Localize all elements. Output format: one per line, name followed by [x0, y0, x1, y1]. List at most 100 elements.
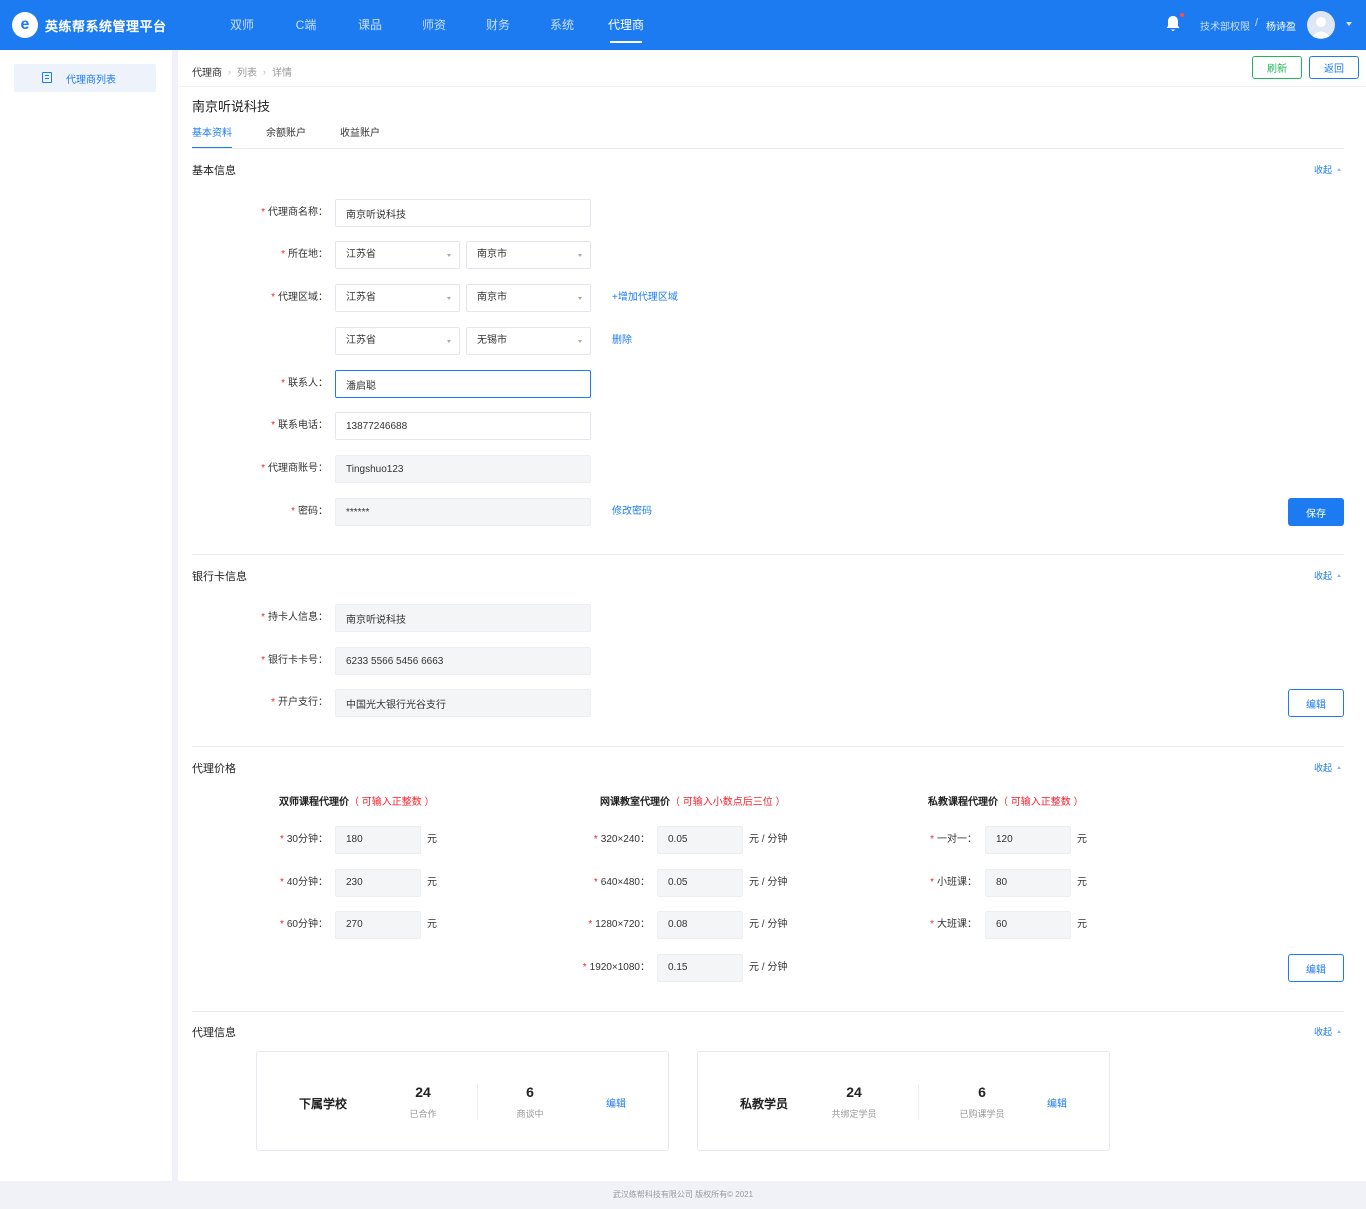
location-city-value: 南京市: [477, 249, 507, 260]
stat-label: 已购课学员: [959, 1109, 1005, 1119]
dual-price-label: * 30分钟：: [279, 834, 328, 845]
list-icon: [42, 72, 52, 83]
edit-schools-link[interactable]: 编辑: [606, 1095, 626, 1110]
online-price-label: * 640×480：: [593, 877, 650, 888]
logo[interactable]: e 英练帮系统管理平台: [12, 12, 167, 38]
collapse-price-button[interactable]: 收起: [1314, 761, 1342, 774]
collapse-agent-info-button[interactable]: 收起: [1314, 1025, 1342, 1038]
location-city-select[interactable]: 南京市: [466, 241, 591, 269]
breadcrumb-agents[interactable]: 代理商: [192, 64, 222, 79]
online-price-label: * 1280×720：: [588, 919, 650, 930]
region2-province-select[interactable]: 江苏省: [335, 327, 460, 355]
private-price-input: 60: [985, 911, 1071, 939]
nav-item-c-end[interactable]: C端: [274, 0, 338, 50]
region1-city-select[interactable]: 南京市: [466, 284, 591, 312]
sidebar-item-agent-list[interactable]: 代理商列表: [14, 64, 156, 92]
phone-input[interactable]: [335, 412, 591, 440]
region1-province-select[interactable]: 江苏省: [335, 284, 460, 312]
dual-price-title: 双师课程代理价（ 可输入正整数 ）: [279, 793, 435, 808]
nav-item-system[interactable]: 系统: [530, 0, 594, 50]
collapse-label: 收起: [1314, 1027, 1333, 1037]
user-avatar-icon: [1311, 17, 1331, 38]
agent-name-input[interactable]: [335, 199, 591, 227]
chevron-up-icon: [1337, 1030, 1342, 1033]
online-price-input: 0.05: [657, 826, 743, 854]
nav-item-agents[interactable]: 代理商: [594, 0, 658, 50]
breadcrumb-list[interactable]: 列表: [237, 64, 257, 79]
stat-label: 商谈中: [516, 1109, 544, 1119]
private-price-label-text: 大班课：: [937, 919, 977, 930]
edit-bank-button[interactable]: 编辑: [1288, 689, 1344, 717]
section-title-bank: 银行卡信息: [192, 571, 247, 583]
section-title-basic: 基本信息: [192, 165, 236, 177]
tab-basic-info[interactable]: 基本资料: [192, 124, 232, 149]
collapse-bank-button[interactable]: 收起: [1314, 569, 1342, 582]
top-nav: 双师 C端 课品 师资 财务 系统 代理商: [210, 0, 658, 50]
change-password-link[interactable]: 修改密码: [612, 498, 652, 526]
online-price-value: 0.08: [668, 919, 688, 930]
avatar[interactable]: [1307, 11, 1335, 39]
sidebar-item-label: 代理商列表: [66, 74, 116, 86]
dual-price-value: 180: [346, 834, 363, 845]
top-header: e 英练帮系统管理平台 双师 C端 课品 师资 财务 系统 代理商 技术部权限 …: [0, 0, 1366, 50]
schools-cooperating-stat: 24 已合作: [373, 1084, 473, 1120]
online-price-title-text: 网课教室代理价: [600, 797, 670, 808]
dual-price-unit: 元: [427, 877, 437, 888]
page-title: 南京听说科技: [192, 99, 271, 114]
chevron-down-icon: [578, 340, 582, 343]
private-price-unit: 元: [1077, 877, 1087, 888]
dual-price-label: * 40分钟：: [279, 877, 328, 888]
dual-price-hint: （ 可输入正整数 ）: [349, 797, 435, 808]
chevron-down-icon: [447, 254, 451, 257]
online-price-label: * 320×240：: [593, 834, 650, 845]
footer-copyright: 武汉练帮科技有限公司 版权所有© 2021: [0, 1181, 1366, 1209]
nav-item-courses[interactable]: 课品: [338, 0, 402, 50]
stat-number: 6: [526, 1084, 534, 1100]
logo-icon: e: [12, 12, 38, 38]
region1-province-value: 江苏省: [346, 292, 376, 303]
dual-price-input: 180: [335, 826, 421, 854]
add-region-link[interactable]: +增加代理区域: [612, 284, 678, 312]
contact-input[interactable]: [335, 370, 591, 398]
main-content: 代理商 › 列表 › 详情 刷新 返回 南京听说科技 基本资料 余额账户 收益账…: [178, 50, 1366, 1181]
tab-balance-account[interactable]: 余额账户: [266, 124, 306, 149]
back-button[interactable]: 返回: [1309, 56, 1359, 79]
region-label: * 代理区域：: [271, 292, 328, 303]
bank-branch-label-text: 开户支行：: [278, 697, 328, 708]
bell-icon[interactable]: [1165, 15, 1181, 33]
dual-price-label-text: 30分钟：: [286, 834, 328, 845]
online-price-value: 0.15: [668, 962, 688, 973]
private-price-unit: 元: [1077, 834, 1087, 845]
edit-price-button[interactable]: 编辑: [1288, 954, 1344, 982]
card-holder-label-text: 持卡人信息：: [268, 612, 328, 623]
online-price-input: 0.15: [657, 954, 743, 982]
region2-city-select[interactable]: 无锡市: [466, 327, 591, 355]
phone-label: * 联系电话：: [271, 420, 328, 431]
contact-label-text: 联系人：: [288, 378, 328, 389]
delete-region-link[interactable]: 删除: [612, 327, 632, 355]
students-card: 私教学员 24 共绑定学员 6 已购课学员 编辑: [697, 1051, 1110, 1151]
notification-dot: [1180, 13, 1184, 17]
private-price-value: 120: [996, 834, 1013, 845]
nav-item-finance[interactable]: 财务: [466, 0, 530, 50]
save-button[interactable]: 保存: [1288, 498, 1344, 526]
account-label-text: 代理商账号：: [268, 463, 328, 474]
private-price-label-text: 小班课：: [937, 877, 977, 888]
private-price-label: * 小班课：: [930, 877, 977, 888]
students-purchased-stat: 6 已购课学员: [932, 1084, 1032, 1120]
nav-item-teachers[interactable]: 师资: [402, 0, 466, 50]
collapse-basic-button[interactable]: 收起: [1314, 163, 1342, 176]
tab-income-account[interactable]: 收益账户: [340, 124, 380, 149]
schools-negotiating-stat: 6 商谈中: [480, 1084, 580, 1120]
bank-branch-label: * 开户支行：: [271, 697, 328, 708]
location-province-select[interactable]: 江苏省: [335, 241, 460, 269]
divider: [178, 86, 1366, 87]
nav-item-dual-teacher[interactable]: 双师: [210, 0, 274, 50]
refresh-button[interactable]: 刷新: [1252, 56, 1302, 79]
user-menu-chevron-down-icon[interactable]: [1346, 22, 1352, 26]
chevron-down-icon: [578, 254, 582, 257]
online-price-label: * 1920×1080：: [582, 962, 650, 973]
edit-students-link[interactable]: 编辑: [1047, 1095, 1067, 1110]
stat-number: 24: [846, 1084, 862, 1100]
private-price-label-text: 一对一：: [937, 834, 977, 845]
